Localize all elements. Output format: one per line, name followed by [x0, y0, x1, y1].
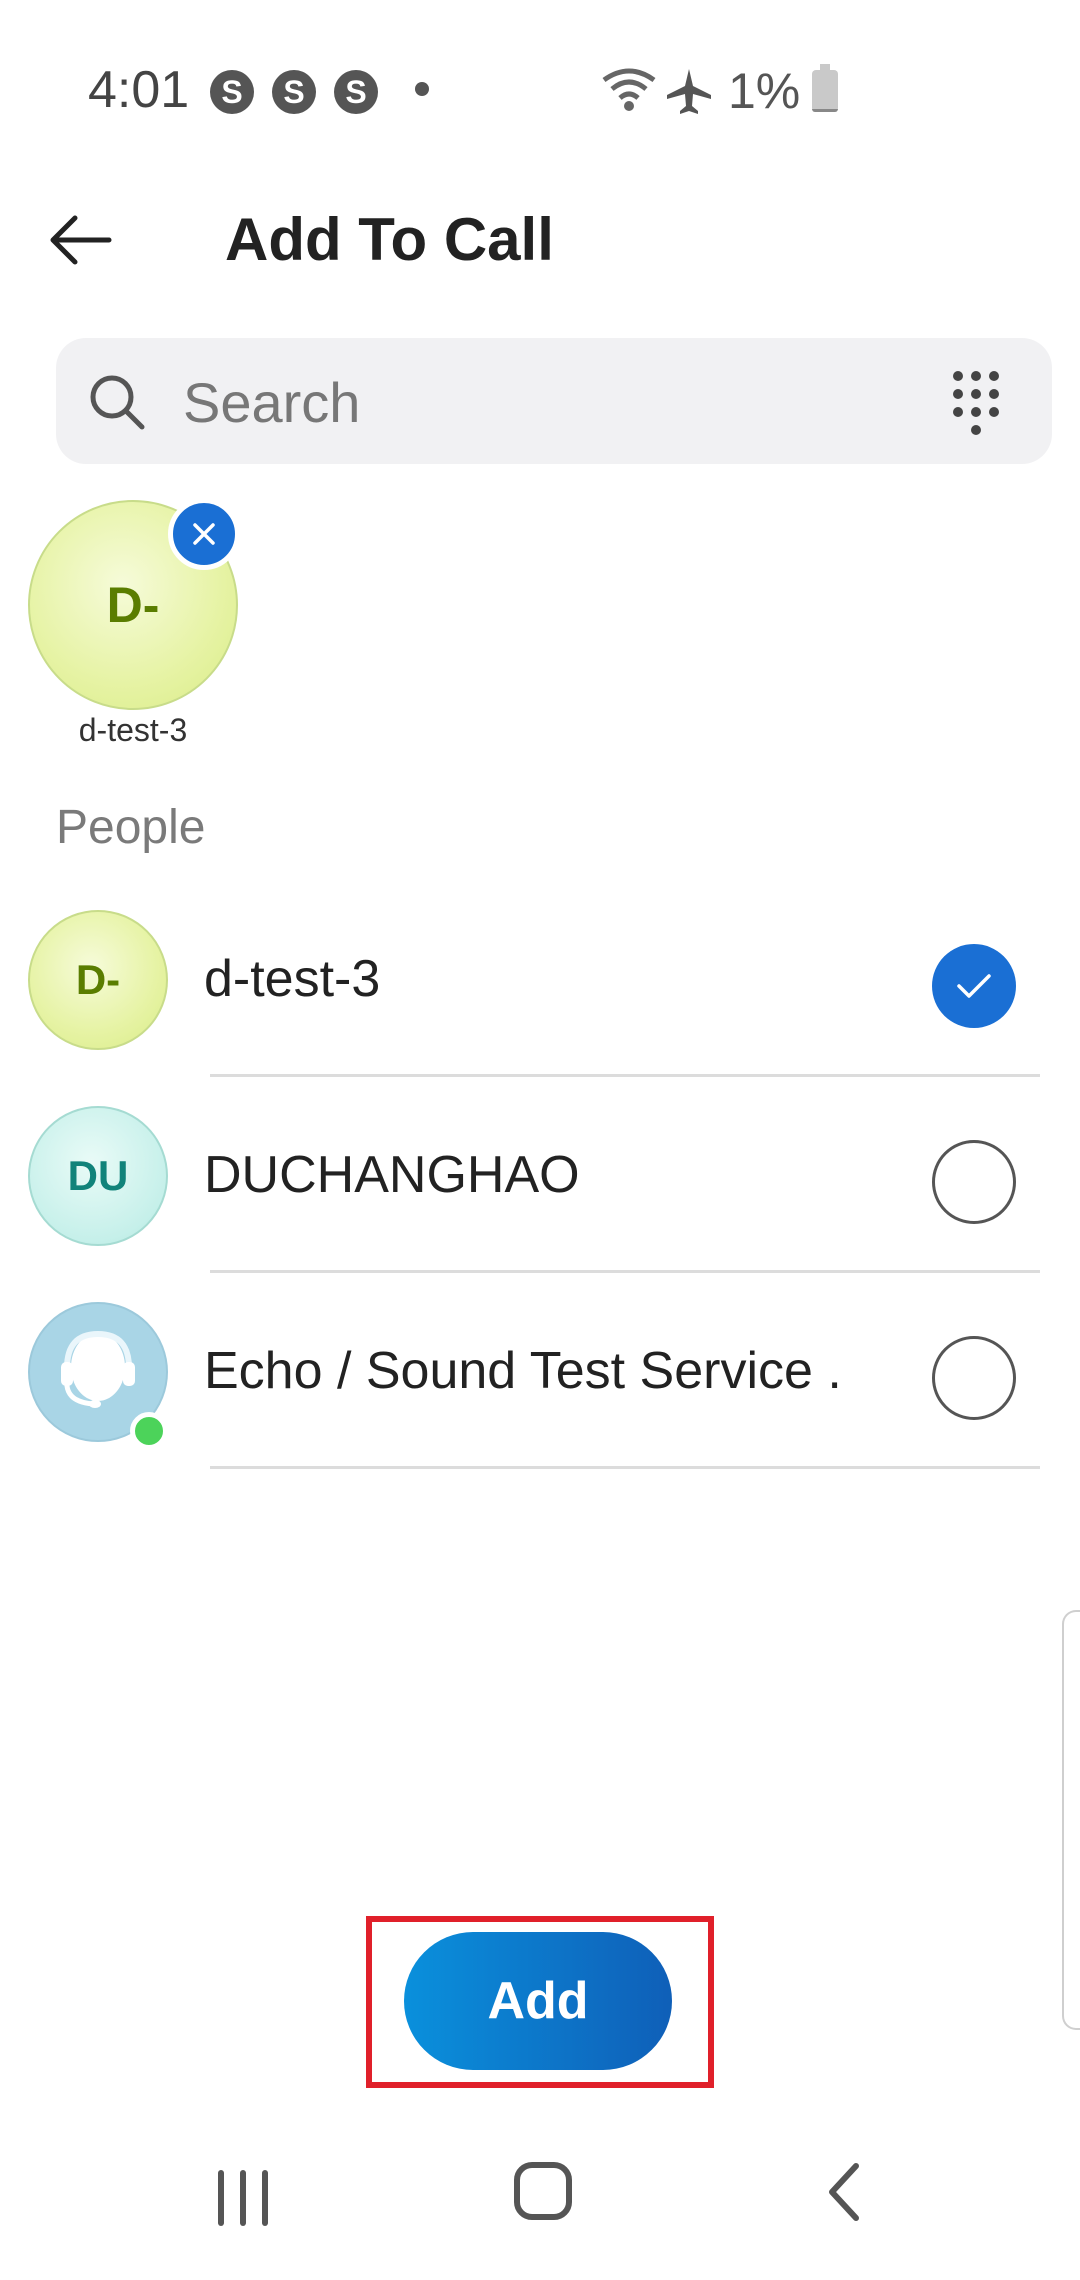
- more-notifications-dot: [415, 82, 429, 96]
- arrow-left-icon: [50, 215, 112, 265]
- list-item[interactable]: Echo / Sound Test Service .: [0, 1272, 1080, 1469]
- dialpad-icon[interactable]: [936, 362, 1016, 442]
- skype-notification-icon: S: [210, 70, 254, 114]
- list-item[interactable]: D- d-test-3: [0, 880, 1080, 1077]
- selected-contact-name: d-test-3: [78, 712, 188, 748]
- checkmark-icon: [957, 974, 991, 998]
- skype-notification-icon: S: [334, 70, 378, 114]
- contact-name: d-test-3: [204, 950, 381, 1008]
- battery-percent: 1%: [728, 63, 801, 119]
- skype-notification-icon: S: [272, 70, 316, 114]
- avatar: D-: [28, 910, 168, 1050]
- status-bar: 4:01 S S S 1%: [0, 0, 1080, 180]
- search-input[interactable]: [181, 358, 885, 446]
- close-icon: [193, 523, 215, 545]
- list-item[interactable]: DU DUCHANGHAO: [0, 1076, 1080, 1273]
- page-title: Add To Call: [225, 206, 554, 273]
- home-button[interactable]: [514, 2162, 572, 2220]
- back-button[interactable]: [30, 200, 130, 280]
- remove-selected-button[interactable]: [168, 498, 240, 570]
- presence-online-indicator: [130, 1412, 168, 1450]
- headset-agent-icon: [61, 1330, 135, 1408]
- search-icon: [90, 375, 145, 430]
- selection-checkbox[interactable]: [932, 1336, 1016, 1420]
- contact-name: Echo / Sound Test Service .: [204, 1342, 842, 1400]
- avatar: DU: [28, 1106, 168, 1246]
- status-time: 4:01: [88, 61, 190, 119]
- selection-checkbox[interactable]: [932, 1140, 1016, 1224]
- search-bar[interactable]: [56, 338, 1052, 464]
- scroll-handle[interactable]: [1062, 1610, 1080, 2030]
- recent-apps-button[interactable]: [210, 2170, 280, 2230]
- contact-name: DUCHANGHAO: [204, 1146, 580, 1204]
- selection-checkbox[interactable]: [932, 944, 1016, 1028]
- airplane-mode-icon: [667, 69, 711, 114]
- wifi-icon: [602, 68, 656, 111]
- battery-icon: [812, 64, 838, 112]
- section-header-people: People: [56, 801, 206, 854]
- system-nav-bar: [0, 2140, 1080, 2280]
- divider: [210, 1466, 1040, 1469]
- nav-back-icon[interactable]: [820, 2160, 870, 2224]
- selected-contact-chip: D- d-test-3: [28, 498, 240, 760]
- add-button[interactable]: Add: [404, 1932, 672, 2070]
